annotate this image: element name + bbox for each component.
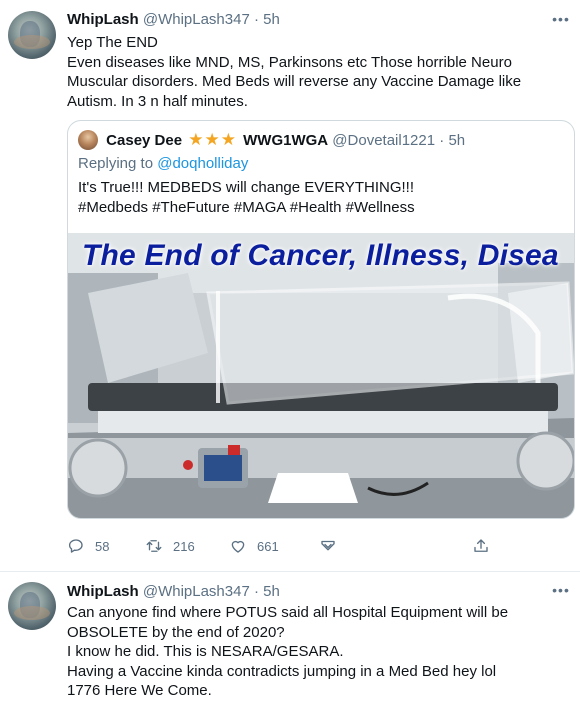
display-name-suffix[interactable]: WWG1WGA	[243, 132, 328, 149]
replying-to-label: Replying to	[78, 155, 154, 172]
reply-button[interactable]: 58	[67, 536, 109, 556]
like-count: 661	[257, 538, 279, 554]
tweet-actions: 58 216 661	[67, 536, 497, 556]
separator-dot: ·	[253, 583, 259, 600]
display-name[interactable]: Casey Dee	[106, 132, 182, 149]
quoted-tweet[interactable]: Casey Dee ★★★ WWG1WGA @Dovetail1221 · 5h…	[67, 120, 575, 519]
tweet-header: WhipLash @WhipLash347 · 5h	[67, 10, 280, 30]
tweet-text-line: Even diseases like MND, MS, Parkinsons e…	[67, 53, 522, 110]
replying-to-handle[interactable]: @doqholliday	[157, 155, 248, 172]
quoted-tweet-header: Casey Dee ★★★ WWG1WGA @Dovetail1221 · 5h	[78, 130, 465, 151]
share-button[interactable]	[472, 536, 490, 556]
retweet-count: 216	[173, 538, 195, 554]
reply-icon	[68, 539, 83, 553]
star-emoji-icon: ★★★	[188, 130, 237, 149]
tweet-text: Can anyone find where POTUS said all Hos…	[67, 603, 572, 701]
tweet-text-line: Can anyone find where POTUS said all Hos…	[67, 604, 509, 641]
tweet[interactable]: WhipLash @WhipLash347 · 5h ••• Yep The E…	[0, 0, 580, 572]
tweet-text-line: I know he did. This is NESARA/GESARA.	[67, 643, 344, 660]
retweet-button[interactable]: 216	[145, 536, 195, 556]
heart-icon	[231, 540, 245, 553]
quoted-tweet-text: It's True!!! MEDBEDS will change EVERYTH…	[78, 178, 558, 218]
hashtags: #Medbeds #TheFuture #MAGA #Health #Welln…	[78, 199, 415, 216]
retweet-icon	[146, 540, 162, 552]
separator-dot: ·	[253, 11, 259, 28]
avatar[interactable]	[8, 582, 56, 630]
reply-count: 58	[95, 538, 110, 554]
user-handle[interactable]: @Dovetail1221	[332, 132, 435, 149]
avatar[interactable]	[78, 130, 98, 151]
image-caption-text: The End of Cancer, Illness, Disea	[82, 239, 559, 272]
quoted-tweet-image[interactable]: The End of Cancer, Illness, Disea	[68, 233, 574, 518]
share-icon	[474, 539, 488, 552]
user-handle[interactable]: @WhipLash347	[143, 11, 250, 28]
timestamp[interactable]: 5h	[263, 583, 280, 600]
direct-message-button[interactable]	[319, 536, 337, 556]
replying-to: Replying to @doqholliday	[78, 154, 248, 174]
more-options-icon[interactable]: •••	[552, 583, 570, 603]
separator-dot: ·	[439, 132, 445, 149]
avatar[interactable]	[8, 11, 56, 59]
tweet-header: WhipLash @WhipLash347 · 5h	[67, 582, 280, 602]
user-handle[interactable]: @WhipLash347	[143, 583, 250, 600]
tweet-text: Yep The END Even diseases like MND, MS, …	[67, 33, 572, 111]
tweet[interactable]: WhipLash @WhipLash347 · 5h ••• Can anyon…	[0, 572, 580, 717]
display-name[interactable]: WhipLash	[67, 11, 139, 28]
direct-message-icon	[321, 540, 335, 551]
tweet-text-line: 1776 Here We Come.	[67, 682, 212, 699]
like-button[interactable]: 661	[229, 536, 279, 556]
med-bed-illustration	[68, 233, 574, 518]
more-options-icon[interactable]: •••	[552, 12, 570, 32]
tweet-text-line: Yep The END	[67, 34, 158, 51]
timestamp[interactable]: 5h	[448, 132, 465, 149]
display-name[interactable]: WhipLash	[67, 583, 139, 600]
tweet-text-line: It's True!!! MEDBEDS will change EVERYTH…	[78, 179, 415, 196]
tweet-text-line: Having a Vaccine kinda contradicts jumpi…	[67, 662, 497, 680]
timestamp[interactable]: 5h	[263, 11, 280, 28]
